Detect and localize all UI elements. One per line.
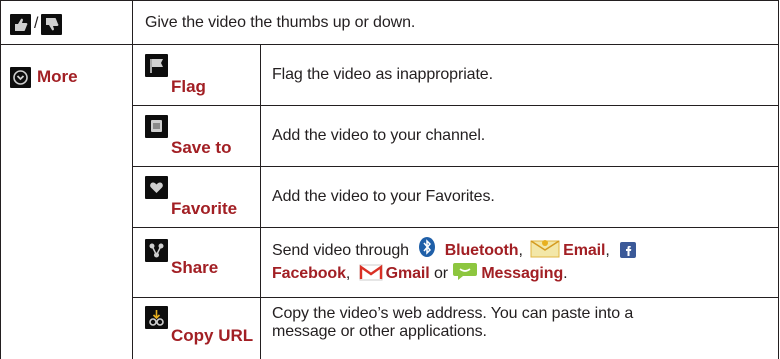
messaging-icon <box>453 263 478 280</box>
messaging-link[interactable]: Messaging <box>481 265 563 282</box>
copy-url-line-2: message or other applications. <box>272 323 487 340</box>
save-to-label: Save to <box>171 138 232 157</box>
favorite-cell: Favorite <box>145 176 257 222</box>
copy-url-cell: Copy URL <box>145 304 257 356</box>
link-icon[interactable] <box>145 306 168 329</box>
row-divider <box>132 227 779 228</box>
share-cell: Share <box>145 236 257 290</box>
thumbs-description-text: Give the video the thumbs up or down. <box>145 13 416 31</box>
copy-url-line-1: Copy the video’s web address. You can pa… <box>272 305 634 322</box>
heart-icon[interactable] <box>145 176 168 199</box>
column-divider <box>132 0 133 359</box>
comma: , <box>605 242 610 259</box>
flag-description-text: Flag the video as inappropriate. <box>272 66 493 83</box>
save-to-description: Add the video to your channel. <box>272 105 772 166</box>
favorite-description: Add the video to your Favorites. <box>272 166 772 227</box>
comma: , <box>345 265 351 282</box>
more-icon[interactable] <box>10 66 31 88</box>
row-divider <box>132 297 779 298</box>
save-to-icon[interactable] <box>145 115 168 138</box>
help-table-page: / Give the video the thumbs up or down. … <box>0 0 780 359</box>
thumbs-separator: / <box>34 15 39 32</box>
copy-url-description: Copy the video’s web address. You can pa… <box>272 300 772 356</box>
thumbs-up-icon[interactable] <box>10 13 31 35</box>
gmail-icon <box>359 264 383 281</box>
share-line-2: Facebook, Gmail or Messaging. <box>272 261 772 283</box>
comma: , <box>518 242 523 259</box>
share-prefix-text: Send video through <box>272 242 409 259</box>
period: . <box>563 265 568 282</box>
favorite-label: Favorite <box>171 199 238 218</box>
email-icon <box>530 240 560 258</box>
copy-url-label: Copy URL <box>171 326 254 345</box>
favorite-description-text: Add the video to your Favorites. <box>272 188 495 205</box>
flag-cell: Flag <box>145 54 257 100</box>
share-description: Send video through Bluetooth, Email, Fac… <box>272 233 772 293</box>
save-to-cell: Save to <box>145 115 257 161</box>
save-to-description-text: Add the video to your channel. <box>272 127 486 144</box>
share-line-1: Send video through Bluetooth, Email, <box>272 236 772 261</box>
share-label: Share <box>171 258 219 277</box>
flag-icon[interactable] <box>145 54 168 77</box>
flag-label: Flag <box>171 77 206 96</box>
facebook-link[interactable]: Facebook <box>272 265 346 282</box>
thumbs-cell: / <box>10 10 130 38</box>
bluetooth-icon <box>419 237 436 257</box>
gmail-link[interactable]: Gmail <box>386 265 430 282</box>
bluetooth-link[interactable]: Bluetooth <box>445 242 519 259</box>
flag-description: Flag the video as inappropriate. <box>272 44 772 105</box>
more-label: More <box>37 67 78 86</box>
column-divider <box>260 44 261 359</box>
email-link[interactable]: Email <box>563 242 605 259</box>
or-text: or <box>433 265 448 282</box>
more-cell: More <box>10 64 130 90</box>
thumbs-description: Give the video the thumbs up or down. <box>145 0 765 44</box>
facebook-icon <box>620 242 637 258</box>
share-icon[interactable] <box>145 239 168 262</box>
thumbs-down-icon[interactable] <box>41 13 63 35</box>
